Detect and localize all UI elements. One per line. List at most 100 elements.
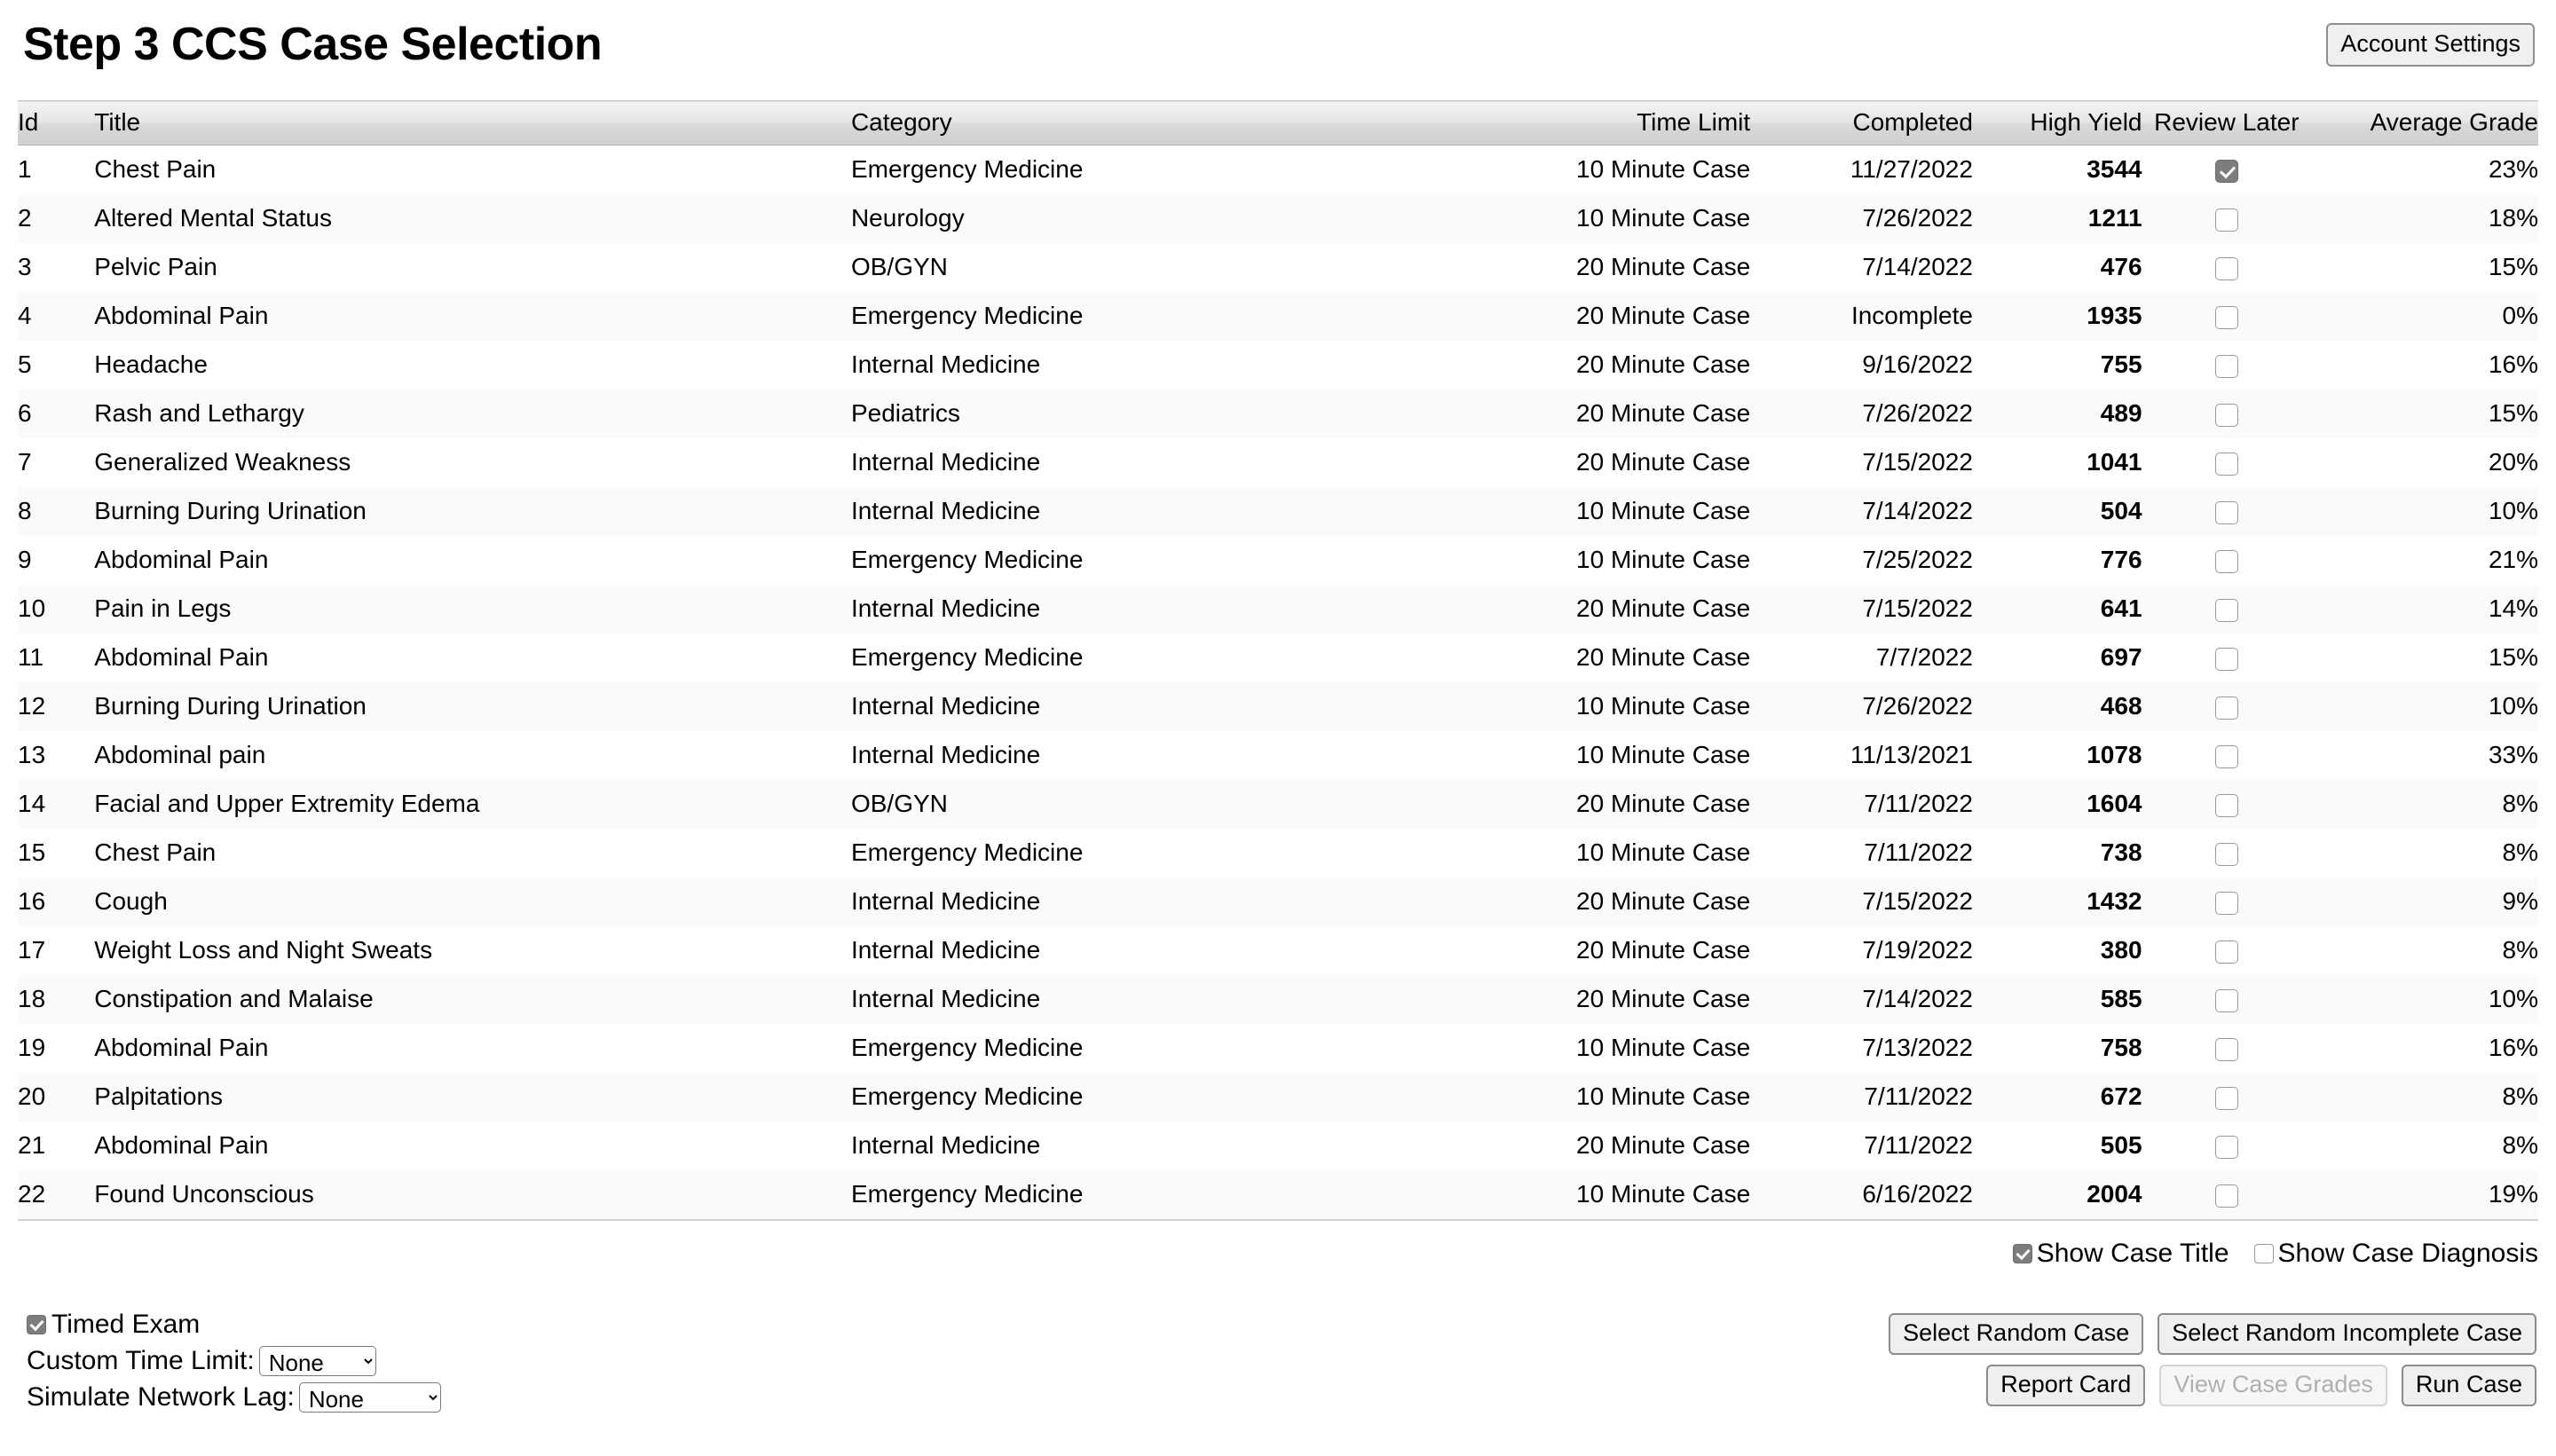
simulate-network-lag-select[interactable]: None [298,1381,441,1413]
column-header-title[interactable]: Title [94,100,851,146]
column-header-id[interactable]: Id [18,100,95,146]
cell-high-yield: 697 [2100,643,2142,671]
table-row[interactable]: 15 Chest Pain Emergency Medicine 10 Minute … [18,828,2538,878]
cell-category: Internal Medicine [850,497,1041,524]
cell-category: Emergency Medicine [850,302,1084,329]
cell-completed: 7/14/2022 [1862,497,1973,524]
review-later-checkbox[interactable] [2214,159,2238,183]
cell-time-limit: 20 Minute Case [1576,448,1751,476]
table-row[interactable]: 3 Pelvic Pain OB/GYN 20 Minute Case 7/14/202… [18,242,2538,292]
cell-high-yield: 1432 [2087,887,2142,915]
timed-exam-option[interactable]: Timed Exam [27,1306,441,1342]
cell-high-yield: 1211 [2087,204,2142,232]
page-title: Step 3 CCS Case Selection [23,19,603,70]
review-later-checkbox[interactable] [2214,598,2238,622]
cell-id: 19 [18,1034,46,1061]
cell-title: Abdominal Pain [94,302,269,329]
account-settings-button[interactable]: Account Settings [2326,23,2535,67]
column-header-high-yield[interactable]: High Yield [1972,100,2142,146]
cell-title: Facial and Upper Extremity Edema [94,790,480,817]
cell-high-yield: 380 [2100,936,2142,964]
review-later-checkbox[interactable] [2214,1184,2238,1208]
cell-id: 8 [18,497,32,524]
review-later-checkbox[interactable] [2214,1086,2238,1110]
table-row[interactable]: 10 Pain in Legs Internal Medicine 20 Minute… [18,584,2538,634]
cell-average-grade: 10% [2488,985,2538,1012]
column-header-review-later[interactable]: Review Later [2142,100,2312,146]
view-case-grades-button: View Case Grades [2159,1365,2387,1406]
custom-time-limit-select[interactable]: None [258,1345,376,1376]
cell-review-later [2142,1024,2312,1073]
review-later-checkbox[interactable] [2214,793,2238,817]
review-later-checkbox[interactable] [2214,696,2238,720]
review-later-checkbox[interactable] [2214,500,2238,524]
cell-time-limit: 20 Minute Case [1576,790,1751,817]
show-case-title-option[interactable]: Show Case Title [2012,1239,2229,1269]
simulate-network-lag-row: Simulate Network Lag: None [27,1379,441,1415]
table-row[interactable]: 11 Abdominal Pain Emergency Medicine 20 Min… [18,633,2538,682]
column-header-average-grade[interactable]: Average Grade [2311,100,2538,146]
table-row[interactable]: 19 Abdominal Pain Emergency Medicine 10 Min… [18,1023,2538,1073]
table-row[interactable]: 9 Abdominal Pain Emergency Medicine 10 Minu… [18,535,2538,585]
review-later-checkbox[interactable] [2214,305,2238,329]
cell-category: Emergency Medicine [850,155,1084,184]
review-later-checkbox[interactable] [2214,256,2238,280]
cell-title: Chest Pain [94,838,217,866]
checkbox-icon[interactable] [2012,1244,2032,1263]
review-later-checkbox[interactable] [2214,842,2238,866]
select-random-incomplete-case-button[interactable]: Select Random Incomplete Case [2158,1313,2536,1355]
column-header-time-limit[interactable]: Time Limit [1519,100,1751,146]
review-later-checkbox[interactable] [2214,940,2238,964]
table-row[interactable]: 8 Burning During Urination Internal Medici… [18,486,2538,536]
cell-high-yield: 1041 [2087,448,2142,476]
table-row[interactable]: 2 Altered Mental Status Neurology 10 Minute… [18,193,2538,243]
review-later-checkbox[interactable] [2214,549,2238,573]
column-header-completed[interactable]: Completed [1750,100,1973,146]
cell-completed: 7/26/2022 [1862,204,1973,232]
table-row[interactable]: 18 Constipation and Malaise Internal Medic… [18,974,2538,1024]
review-later-checkbox[interactable] [2214,403,2238,427]
table-row[interactable]: 13 Abdominal pain Internal Medicine 10 Minu… [18,730,2538,780]
show-case-diagnosis-label: Show Case Diagnosis [2277,1239,2538,1268]
review-later-checkbox[interactable] [2214,647,2238,671]
show-case-diagnosis-option[interactable]: Show Case Diagnosis [2253,1239,2538,1269]
table-row[interactable]: 4 Abdominal Pain Emergency Medicine 20 Minu… [18,291,2538,341]
table-row[interactable]: 22 Found Unconscious Emergency Medicine 10 … [18,1169,2538,1219]
cell-review-later [2142,1073,2312,1122]
review-later-checkbox[interactable] [2214,1037,2238,1061]
review-later-checkbox[interactable] [2214,208,2238,232]
table-row[interactable]: 7 Generalized Weakness Internal Medicine 20… [18,437,2538,487]
table-row[interactable]: 5 Headache Internal Medicine 20 Minute Case… [18,340,2538,390]
table-row[interactable]: 17 Weight Loss and Night Sweats Internal M… [18,925,2538,975]
table-row[interactable]: 20 Palpitations Emergency Medicine 10 Minut… [18,1072,2538,1122]
review-later-checkbox[interactable] [2214,988,2238,1012]
cell-title: Abdominal Pain [94,1034,269,1061]
cell-completed: 7/19/2022 [1862,936,1973,964]
cell-average-grade: 20% [2488,448,2538,476]
review-later-checkbox[interactable] [2214,891,2238,915]
table-row[interactable]: 12 Burning During Urination Internal Medic… [18,681,2538,731]
table-row[interactable]: 14 Facial and Upper Extremity Edema OB/GYN… [18,779,2538,829]
report-card-button[interactable]: Report Card [1986,1365,2146,1406]
cell-high-yield: 755 [2100,350,2142,378]
review-later-checkbox[interactable] [2214,452,2238,476]
table-row[interactable]: 6 Rash and Lethargy Pediatrics 20 Minute Ca… [18,389,2538,438]
cell-average-grade: 8% [2502,936,2538,964]
select-random-case-button[interactable]: Select Random Case [1889,1313,2144,1355]
checkbox-icon[interactable] [2253,1244,2274,1263]
cell-high-yield: 1604 [2087,790,2142,817]
review-later-checkbox[interactable] [2214,744,2238,768]
cell-category: Internal Medicine [850,741,1041,768]
review-later-checkbox[interactable] [2214,354,2238,378]
checkbox-icon[interactable] [27,1314,46,1334]
table-row[interactable]: 21 Abdominal Pain Internal Medicine 20 Minu… [18,1121,2538,1170]
run-case-button[interactable]: Run Case [2401,1365,2536,1406]
cell-average-grade: 10% [2488,692,2538,720]
review-later-checkbox[interactable] [2214,1135,2238,1159]
cell-id: 3 [18,253,32,280]
table-row[interactable]: 1 Chest Pain Emergency Medicine 10 Minute C… [18,145,2538,194]
cell-review-later [2142,926,2312,975]
column-header-category[interactable]: Category [850,100,1519,146]
table-row[interactable]: 16 Cough Internal Medicine 20 Minute Case 7/… [18,877,2538,926]
cell-id: 18 [18,985,46,1012]
